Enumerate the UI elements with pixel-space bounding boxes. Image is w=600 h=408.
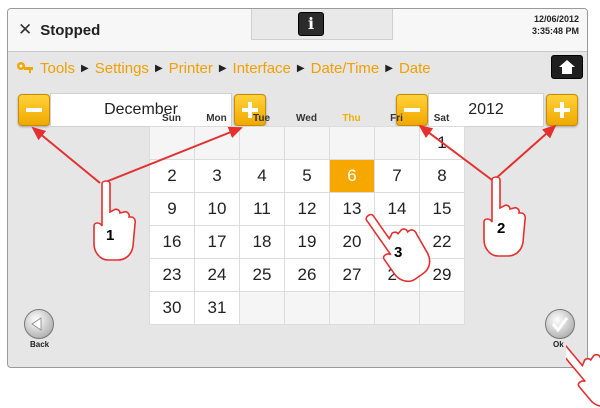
callout-1: 1 xyxy=(106,227,115,244)
pointing-hand-icon xyxy=(93,180,137,261)
callout-2: 2 xyxy=(497,220,506,237)
callout-3: 3 xyxy=(394,244,403,261)
arrow-to-month-decrement xyxy=(31,126,101,184)
arrow-to-year-decrement xyxy=(418,124,493,181)
arrow-to-month-increment xyxy=(102,126,243,184)
arrow-to-year-increment xyxy=(493,124,557,181)
pointing-hand-icon xyxy=(566,342,600,408)
